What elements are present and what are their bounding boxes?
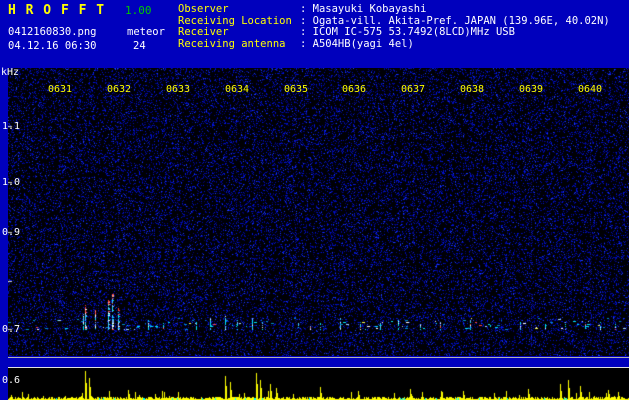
freq-label: 1.0 — [2, 177, 21, 188]
info-label: Receiving antenna — [178, 37, 286, 50]
info-row-antenna: Receiving antenna : A504HB(yagi 4el) — [178, 37, 610, 51]
info-label: Observer — [178, 3, 229, 15]
freq-unit-label: kHz — [1, 67, 20, 78]
freq-label: 1.1 — [2, 121, 21, 132]
output-filename: 0412160830.png — [8, 26, 97, 38]
freq-label: 0.9 — [2, 227, 21, 238]
mode-label: meteor — [127, 26, 165, 38]
spectrogram-canvas — [8, 68, 629, 356]
freq-label-bottom: 0.6 — [2, 375, 21, 386]
info-value: : Masayuki Kobayashi — [300, 3, 427, 15]
freq-label: 0.7 — [2, 324, 21, 335]
info-value: : Ogata-vill. Akita-Pref. JAPAN (139.96E… — [300, 14, 610, 27]
app-title: H R O F F T — [8, 3, 106, 18]
observation-datetime: 04.12.16 06:30 — [8, 40, 97, 52]
spectrogram-panel: 0631 0632 0633 0634 0635 0636 0637 0638 … — [8, 68, 629, 356]
info-value: : ICOM IC-575 53.7492(8LCD)MHz USB — [300, 26, 515, 39]
info-value: : A504HB(yagi 4el) — [300, 37, 414, 50]
observer-info-block: Observer: Masayuki Kobayashi Receiving L… — [178, 3, 610, 51]
signal-level-panel — [8, 368, 629, 400]
app-version: 1.00 — [125, 4, 152, 17]
hrofft-screen: H R O F F T 1.00 0412160830.png meteor 0… — [0, 0, 629, 400]
signal-level-canvas — [8, 368, 629, 400]
echo-count: 24 — [133, 40, 146, 52]
spectrogram-bottom-line — [8, 357, 629, 358]
